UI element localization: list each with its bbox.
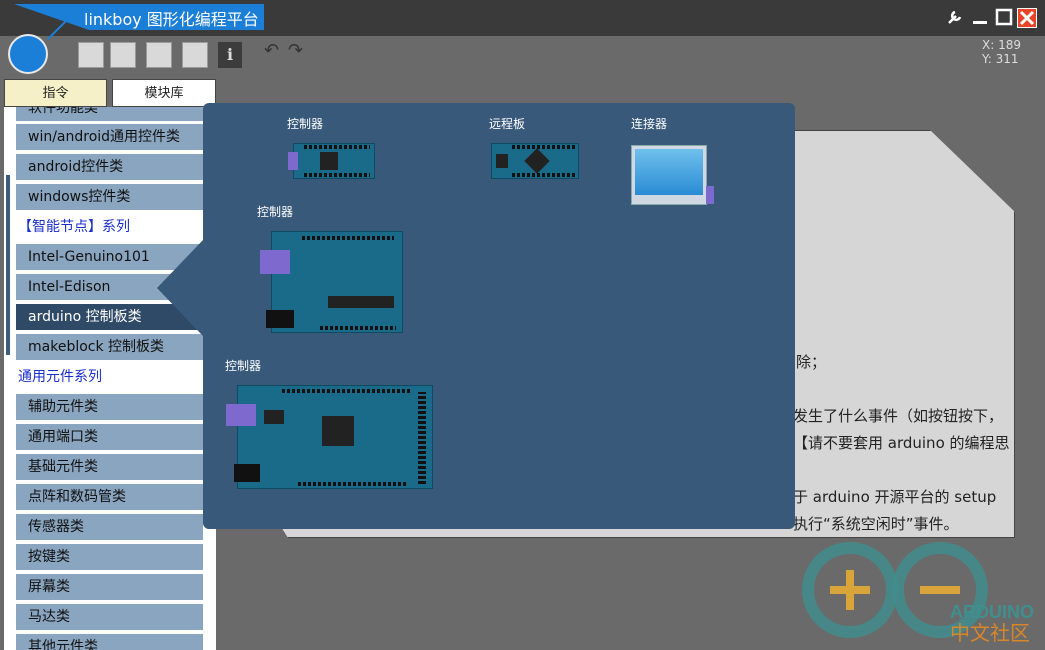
popup-item-label: 连接器 xyxy=(631,117,668,131)
sidebar-item-matrix[interactable]: 点阵和数码管类 xyxy=(16,484,203,510)
sidebar-item-android[interactable]: android控件类 xyxy=(16,154,203,180)
sidebar-item-screens[interactable]: 屏幕类 xyxy=(16,574,203,600)
popup-pointer xyxy=(157,240,203,336)
minimize-icon[interactable] xyxy=(970,8,990,28)
popup-item-label: 远程板 xyxy=(489,117,526,131)
doc-line-3: 【请不要套用 arduino 的编程思 xyxy=(793,434,1010,452)
remote-board-icon[interactable] xyxy=(491,143,579,179)
arduino-watermark-logo: ARDUINO 中文社区 xyxy=(802,542,1034,645)
info-icon[interactable]: i xyxy=(218,42,242,68)
doc-line-2: 发生了什么事件（如按钮按下， xyxy=(793,407,1004,425)
coordinate-readout: X: 189 Y: 311 xyxy=(982,38,1021,66)
undo-icon[interactable]: ↶ xyxy=(264,40,279,61)
popup-item-label: 控制器 xyxy=(257,205,294,219)
doc-line-1: 除； xyxy=(796,353,827,371)
sidebar-item-basic[interactable]: 基础元件类 xyxy=(16,454,203,480)
arduino-mega-board-icon[interactable] xyxy=(226,385,433,489)
open-folder-icon[interactable] xyxy=(110,42,136,68)
scroll-indicator[interactable] xyxy=(6,175,10,355)
sidebar-item-win-android[interactable]: win/android通用控件类 xyxy=(16,124,203,150)
save-icon[interactable] xyxy=(146,42,172,68)
sidebar-section-general: 通用元件系列 xyxy=(18,369,102,385)
sidebar-item-makeblock[interactable]: makeblock 控制板类 xyxy=(16,334,203,360)
maximize-icon[interactable] xyxy=(994,8,1014,28)
svg-text:中文社区: 中文社区 xyxy=(950,621,1030,645)
sidebar-item-auxiliary[interactable]: 辅助元件类 xyxy=(16,394,203,420)
redo-icon[interactable]: ↷ xyxy=(288,40,303,61)
connector-icon[interactable] xyxy=(631,145,714,205)
linkboy-logo-icon[interactable] xyxy=(8,34,48,74)
new-file-icon[interactable] xyxy=(78,42,104,68)
module-popup: 控制器 远程板 连接器 控制器 控制器 xyxy=(203,103,795,529)
doc-line-5: 于 arduino 开源平台的 setup xyxy=(793,488,997,506)
close-icon[interactable] xyxy=(1017,8,1037,28)
popup-item-label: 控制器 xyxy=(225,359,262,373)
tab-commands[interactable]: 指令 xyxy=(4,79,107,107)
sidebar-item-other[interactable]: 其他元件类 xyxy=(16,634,203,650)
wrench-icon[interactable] xyxy=(945,8,965,28)
sidebar-section-smart-node: 【智能节点】系列 xyxy=(18,219,130,235)
export-icon[interactable] xyxy=(182,42,208,68)
panel-tabs: 指令 模块库 xyxy=(4,79,216,107)
sidebar-item-buttons[interactable]: 按键类 xyxy=(16,544,203,570)
doc-line-6: 执行“系统空闲时”事件。 xyxy=(793,515,959,533)
sidebar-item-software[interactable]: 软件功能类 xyxy=(16,107,203,121)
arduino-uno-board-icon[interactable] xyxy=(260,231,403,333)
sidebar-item-motors[interactable]: 马达类 xyxy=(16,604,203,630)
svg-text:ARDUINO: ARDUINO xyxy=(950,602,1034,622)
app-title: linkboy 图形化编程平台 xyxy=(84,10,259,29)
sidebar-item-sensors[interactable]: 传感器类 xyxy=(16,514,203,540)
sidebar-item-windows[interactable]: windows控件类 xyxy=(16,184,203,210)
sidebar-item-ports[interactable]: 通用端口类 xyxy=(16,424,203,450)
coord-y: Y: 311 xyxy=(982,52,1019,66)
tab-module-library[interactable]: 模块库 xyxy=(112,79,216,107)
popup-item-label: 控制器 xyxy=(287,117,324,131)
module-sidebar[interactable]: 软件功能类 win/android通用控件类 android控件类 window… xyxy=(4,107,216,650)
arduino-nano-board-icon[interactable] xyxy=(288,143,375,179)
coord-x: X: 189 xyxy=(982,38,1021,52)
